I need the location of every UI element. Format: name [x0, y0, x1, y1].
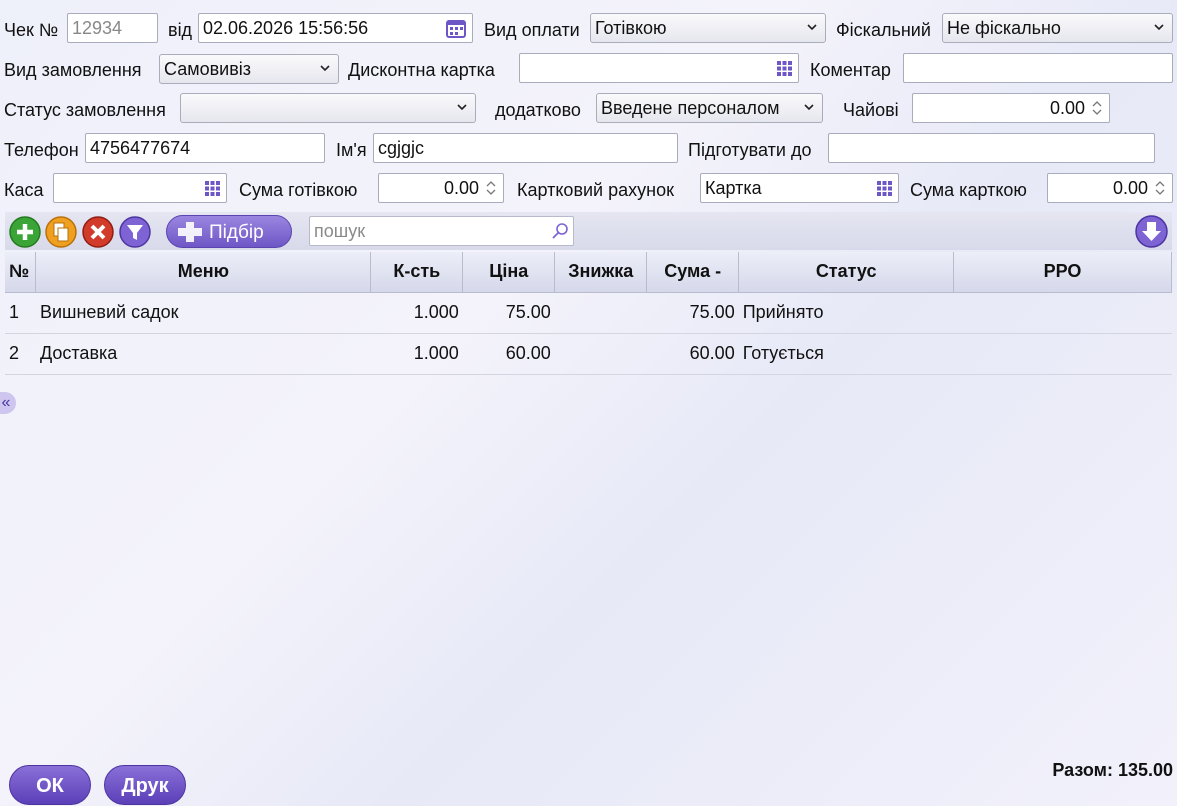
cell-rro — [953, 292, 1172, 334]
cell-discount — [554, 292, 647, 334]
extra-select[interactable]: Введене персоналом — [596, 93, 823, 123]
table-header-row: № Меню К-сть Ціна Знижка Сума - Статус Р… — [5, 252, 1172, 293]
delete-icon[interactable] — [82, 216, 114, 248]
fiscal-value: Не фіскально — [947, 18, 1061, 38]
card-sum-value: 0.00 — [1112, 178, 1148, 198]
cell-menu: Доставка — [35, 333, 371, 375]
cash-sum-value: 0.00 — [443, 178, 479, 198]
cell-number: 2 — [5, 333, 36, 375]
column-header-status[interactable]: Статус — [738, 252, 955, 293]
cell-qty: 1.000 — [370, 333, 463, 375]
date-value: 02.06.2026 15:56:56 — [203, 18, 369, 38]
comment-field[interactable] — [903, 53, 1173, 83]
print-button[interactable]: Друк — [104, 765, 186, 805]
column-header-sum[interactable]: Сума - — [646, 252, 740, 293]
card-sum-label: Сума карткою — [910, 180, 1027, 200]
card-account-value: Картка — [705, 178, 762, 198]
check-number-field: 12934 — [67, 13, 158, 43]
search-icon[interactable] — [551, 222, 569, 240]
cash-sum-field[interactable]: 0.00 — [378, 173, 504, 203]
fiscal-select[interactable]: Не фіскально — [942, 13, 1173, 43]
cell-status: Готується — [738, 333, 954, 375]
tips-label: Чайові — [843, 100, 899, 120]
column-header-menu[interactable]: Меню — [35, 252, 372, 293]
cell-sum: 60.00 — [646, 333, 739, 375]
order-type-value: Самовивіз — [164, 59, 252, 79]
date-label: від — [168, 20, 193, 40]
name-label: Ім'я — [336, 140, 367, 160]
comment-label: Коментар — [810, 60, 891, 80]
chevron-down-icon — [807, 24, 817, 31]
chevron-down-icon — [804, 104, 814, 111]
order-status-label: Статус замовлення — [4, 100, 166, 120]
cell-menu: Вишневий садок — [35, 292, 371, 334]
cash-register-label: Каса — [4, 180, 44, 200]
cell-discount — [554, 333, 647, 375]
chevron-down-icon — [320, 65, 330, 72]
tips-field[interactable]: 0.00 — [912, 93, 1110, 123]
plus-cross-icon — [178, 222, 202, 242]
payment-type-select[interactable]: Готівкою — [590, 13, 826, 43]
order-items-table: № Меню К-сть Ціна Знижка Сума - Статус Р… — [5, 252, 1172, 375]
copy-icon[interactable] — [45, 216, 77, 248]
cash-register-field[interactable] — [53, 173, 227, 203]
prepare-until-field[interactable] — [828, 133, 1155, 163]
card-account-field[interactable]: Картка — [700, 173, 899, 203]
order-type-label: Вид замовлення — [4, 60, 142, 80]
search-placeholder: пошук — [314, 221, 366, 241]
table-row[interactable]: 1 Вишневий садок 1.000 75.00 75.00 Прийн… — [5, 292, 1172, 334]
cell-sum: 75.00 — [646, 292, 739, 334]
phone-label: Телефон — [4, 140, 79, 160]
add-icon[interactable] — [9, 216, 41, 248]
toolbar: Підбір пошук — [5, 212, 1172, 250]
order-type-select[interactable]: Самовивіз — [159, 54, 339, 84]
column-header-price[interactable]: Ціна — [462, 252, 556, 293]
discount-card-label: Дисконтна картка — [348, 60, 495, 80]
payment-type-label: Вид оплати — [484, 20, 580, 40]
grid-icon[interactable] — [205, 181, 220, 196]
cell-status: Прийнято — [738, 292, 954, 334]
spinner-icon[interactable] — [485, 178, 497, 198]
prepare-until-label: Підготувати до — [688, 140, 812, 160]
tips-value: 0.00 — [1049, 98, 1085, 118]
ok-button[interactable]: ОК — [9, 765, 91, 805]
fiscal-label: Фіскальний — [836, 20, 931, 40]
spinner-icon[interactable] — [1091, 98, 1103, 118]
column-header-qty[interactable]: К-сть — [370, 252, 464, 293]
check-number-label: Чек № — [4, 20, 59, 40]
column-header-number[interactable]: № — [5, 252, 37, 293]
chevron-down-icon — [457, 104, 467, 111]
cell-rro — [953, 333, 1172, 375]
discount-card-field[interactable] — [519, 53, 799, 83]
column-header-discount[interactable]: Знижка — [554, 252, 648, 293]
extra-value: Введене персоналом — [601, 98, 780, 118]
side-panel-toggle[interactable]: « — [0, 392, 16, 414]
pidbir-button[interactable]: Підбір — [166, 215, 292, 248]
column-header-rro[interactable]: РРО — [953, 252, 1172, 293]
card-account-label: Картковий рахунок — [517, 180, 674, 200]
cell-price: 60.00 — [462, 333, 555, 375]
payment-type-value: Готівкою — [595, 18, 667, 38]
extra-label: додатково — [495, 100, 581, 120]
table-row[interactable]: 2 Доставка 1.000 60.00 60.00 Готується — [5, 333, 1172, 375]
phone-field[interactable]: 4756477674 — [85, 133, 325, 163]
grid-icon[interactable] — [777, 61, 792, 76]
card-sum-field[interactable]: 0.00 — [1047, 173, 1173, 203]
pidbir-label: Підбір — [209, 222, 264, 243]
cell-price: 75.00 — [462, 292, 555, 334]
cash-sum-label: Сума готівкою — [239, 180, 358, 200]
cell-number: 1 — [5, 292, 36, 334]
total-sum: Разом: 135.00 — [1052, 760, 1173, 780]
order-status-select[interactable] — [180, 93, 476, 123]
name-field[interactable]: cgjgjc — [373, 133, 678, 163]
spinner-icon[interactable] — [1154, 178, 1166, 198]
cell-qty: 1.000 — [370, 292, 463, 334]
arrow-down-icon[interactable] — [1135, 215, 1168, 248]
calendar-icon[interactable] — [446, 18, 466, 38]
grid-icon[interactable] — [877, 181, 892, 196]
date-field[interactable]: 02.06.2026 15:56:56 — [198, 13, 473, 43]
chevron-down-icon — [1154, 24, 1164, 31]
search-input[interactable]: пошук — [309, 216, 574, 246]
filter-icon[interactable] — [119, 216, 151, 248]
